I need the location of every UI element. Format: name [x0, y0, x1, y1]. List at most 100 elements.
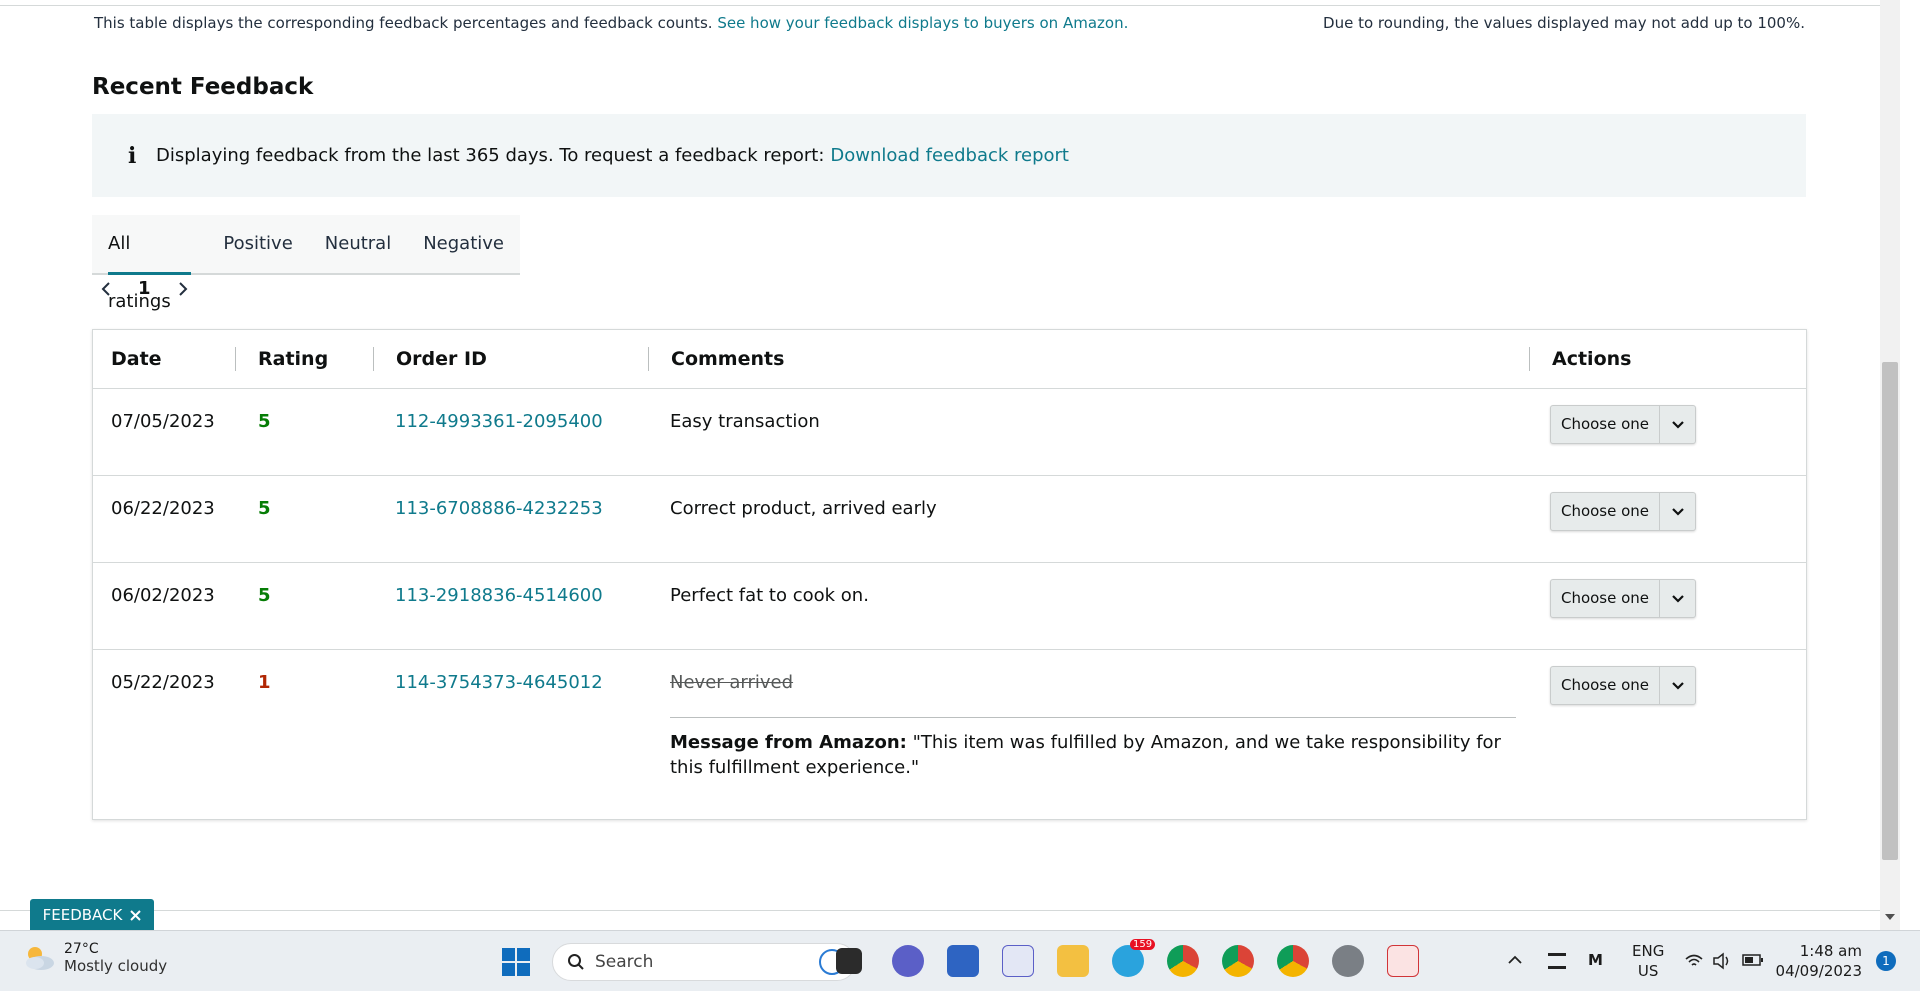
row-date: 06/02/2023 [111, 585, 215, 606]
tray-app-m-icon[interactable]: M [1588, 951, 1603, 969]
tab-neutral[interactable]: Neutral [309, 215, 407, 273]
battery-icon[interactable] [1742, 954, 1764, 966]
rating-tabs: All ratings Positive Neutral Negative [92, 215, 520, 312]
page-viewport: This table displays the corresponding fe… [0, 0, 1900, 930]
download-report-link[interactable]: Download feedback report [830, 145, 1069, 166]
table-row: 07/05/2023 5 112-4993361-2095400 Easy tr… [93, 389, 1806, 476]
column-order-id: Order ID [396, 348, 487, 370]
dropdown-label: Choose one [1551, 667, 1660, 704]
task-view-icon[interactable] [836, 948, 862, 974]
action-dropdown[interactable]: Choose one [1550, 405, 1696, 444]
info-banner: i Displaying feedback from the last 365 … [92, 114, 1806, 197]
store-icon[interactable] [947, 945, 979, 977]
buyer-view-link[interactable]: See how your feedback displays to buyers… [717, 14, 1128, 32]
row-date: 05/22/2023 [111, 672, 215, 693]
dropdown-label: Choose one [1551, 406, 1660, 443]
search-icon [568, 954, 584, 970]
row-rating: 1 [258, 672, 271, 693]
telegram-icon[interactable]: 159 [1112, 939, 1156, 977]
snipping-tool-icon[interactable] [1387, 945, 1419, 977]
row-rating: 5 [258, 585, 271, 606]
teams-chat-icon[interactable] [892, 945, 924, 977]
column-separator [1529, 347, 1530, 371]
column-date: Date [111, 348, 162, 370]
row-date: 06/22/2023 [111, 498, 215, 519]
weather-widget[interactable]: 27°C Mostly cloudy [22, 941, 167, 975]
windows-start-icon[interactable] [502, 948, 530, 976]
chrome-icon[interactable] [1167, 945, 1199, 977]
column-rating: Rating [258, 348, 329, 370]
scroll-down-arrow-icon[interactable] [1885, 914, 1895, 920]
settings-gear-icon[interactable] [1332, 945, 1364, 977]
tab-all-ratings[interactable]: All ratings [92, 215, 207, 312]
language-top: ENG [1632, 942, 1665, 960]
system-clock[interactable]: 1:48 am 04/09/2023 [1776, 941, 1862, 981]
column-separator [648, 347, 649, 371]
close-icon[interactable] [130, 909, 142, 921]
chevron-down-icon [1660, 580, 1695, 617]
info-text: Displaying feedback from the last 365 da… [156, 145, 825, 166]
row-rating: 5 [258, 411, 271, 432]
clock-date: 04/09/2023 [1775, 962, 1862, 980]
volume-icon[interactable] [1712, 952, 1732, 970]
column-actions: Actions [1552, 348, 1632, 370]
row-order-id-link[interactable]: 112-4993361-2095400 [395, 411, 603, 432]
chevron-up-icon[interactable] [1508, 955, 1522, 965]
language-indicator[interactable]: ENG US [1632, 941, 1664, 981]
chevron-right-icon[interactable] [177, 281, 189, 297]
column-separator [373, 347, 374, 371]
chevron-down-icon [1660, 493, 1695, 530]
language-bottom: US [1637, 962, 1659, 980]
telegram-badge: 159 [1130, 939, 1156, 950]
column-comments: Comments [671, 348, 785, 370]
chevron-left-icon[interactable] [100, 281, 112, 297]
chevron-down-icon [1660, 406, 1695, 443]
row-order-id-link[interactable]: 113-6708886-4232253 [395, 498, 603, 519]
weather-temperature: 27°C [64, 941, 99, 957]
dropdown-label: Choose one [1551, 493, 1660, 530]
message-label: Message from Amazon: [670, 732, 907, 753]
table-row: 06/22/2023 5 113-6708886-4232253 Correct… [93, 476, 1806, 563]
windows-taskbar: 27°C Mostly cloudy Search 159 M ENG US 1… [0, 930, 1920, 991]
network-tray-icon[interactable] [1548, 953, 1566, 969]
info-icon: i [128, 142, 137, 169]
row-order-id-link[interactable]: 113-2918836-4514600 [395, 585, 603, 606]
action-dropdown[interactable]: Choose one [1550, 492, 1696, 531]
current-page[interactable]: 1 [138, 278, 151, 299]
bottom-divider [0, 910, 1900, 911]
tab-positive[interactable]: Positive [207, 215, 308, 273]
rounding-note: Due to rounding, the values displayed ma… [1323, 14, 1805, 32]
notification-badge[interactable]: 1 [1876, 951, 1896, 971]
tab-negative[interactable]: Negative [407, 215, 520, 273]
amazon-message: Message from Amazon: "This item was fulf… [670, 730, 1510, 780]
row-date: 07/05/2023 [111, 411, 215, 432]
app-m-icon[interactable] [1002, 945, 1034, 977]
cloudy-weather-icon [26, 947, 54, 970]
row-order-id-link[interactable]: 114-3754373-4645012 [395, 672, 603, 693]
dropdown-label: Choose one [1551, 580, 1660, 617]
chrome-profile-i-icon[interactable] [1277, 945, 1309, 977]
row-rating: 5 [258, 498, 271, 519]
action-dropdown[interactable]: Choose one [1550, 579, 1696, 618]
top-divider [0, 0, 1900, 6]
action-dropdown[interactable]: Choose one [1550, 666, 1696, 705]
message-divider [670, 717, 1516, 718]
feedback-button[interactable]: FEEDBACK [30, 899, 154, 930]
weather-condition: Mostly cloudy [64, 957, 168, 975]
taskbar-search[interactable]: Search [552, 943, 856, 981]
scrollbar-thumb[interactable] [1882, 362, 1898, 860]
feedback-table: Date Rating Order ID Comments Actions 07… [92, 329, 1807, 820]
table-row: 06/02/2023 5 113-2918836-4514600 Perfect… [93, 563, 1806, 650]
chevron-down-icon [1660, 667, 1695, 704]
chrome-profile-k-icon[interactable] [1222, 945, 1254, 977]
feedback-label: FEEDBACK [42, 906, 123, 924]
wifi-icon[interactable] [1684, 953, 1704, 969]
column-separator [235, 347, 236, 371]
file-explorer-icon[interactable] [1057, 945, 1089, 977]
pagination: 1 [100, 278, 189, 299]
row-comment: Perfect fat to cook on. [670, 585, 869, 606]
clock-time: 1:48 am [1799, 942, 1862, 960]
scrollbar[interactable] [1880, 0, 1900, 930]
row-comment: Easy transaction [670, 411, 820, 432]
recent-feedback-title: Recent Feedback [92, 74, 314, 100]
